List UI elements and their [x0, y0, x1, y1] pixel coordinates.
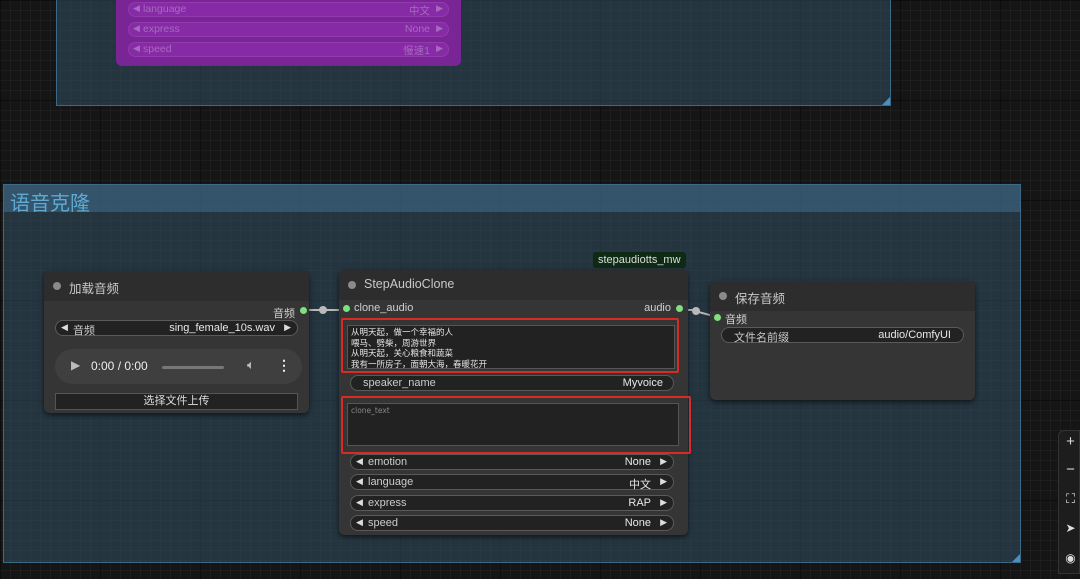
input-slot-dot[interactable] [343, 305, 350, 312]
purple-language-combo[interactable]: ◀ language 中文 ▶ [128, 2, 449, 17]
node-title-bar[interactable]: 加载音频 [44, 271, 309, 301]
left-arrow-icon[interactable]: ◀ [133, 43, 140, 54]
highlight-clone-text-box [341, 396, 691, 454]
right-arrow-icon[interactable]: ▶ [660, 456, 667, 467]
audio-player[interactable]: ▶ 0:00 / 0:00 🔈︎ ⋮ [55, 349, 302, 384]
group-resize-handle[interactable] [1012, 554, 1020, 562]
group-title-bar[interactable] [4, 185, 1020, 212]
upload-file-button[interactable]: 选择文件上传 [55, 393, 298, 410]
collapse-dot-icon[interactable] [719, 292, 727, 300]
express-combo[interactable]: ◀ express RAP ▶ [350, 495, 674, 511]
plus-icon[interactable]: + [1061, 433, 1080, 461]
audio-file-combo[interactable]: ◀ 音频 sing_female_10s.wav ▶ [55, 320, 298, 337]
player-time: 0:00 / 0:00 [91, 359, 148, 373]
right-arrow-icon[interactable]: ▶ [436, 23, 443, 34]
left-arrow-icon[interactable]: ◀ [133, 23, 140, 34]
collapse-dot-icon[interactable] [348, 281, 356, 289]
left-arrow-icon[interactable]: ◀ [61, 322, 68, 333]
save-audio-node[interactable]: 保存音频 音频 文件名前缀 audio/ComfyUI [710, 281, 975, 400]
collapse-dot-icon[interactable] [53, 282, 61, 290]
node-title-bar[interactable]: StepAudioClone [339, 270, 688, 300]
output-slot-dot[interactable] [676, 305, 683, 312]
input-slot-label: 音频 [725, 314, 747, 326]
highlight-text-box [341, 318, 679, 373]
node-title: 保存音频 [735, 292, 786, 306]
minus-icon[interactable]: − [1061, 461, 1080, 489]
purple-express-combo[interactable]: ◀ express None ▶ [128, 22, 449, 37]
node-badge: stepaudiotts_mw [593, 252, 686, 268]
speaker-name-field[interactable]: speaker_name Myvoice [350, 375, 674, 391]
link-reroute-dot[interactable] [319, 306, 327, 314]
node-title: StepAudioClone [364, 277, 455, 291]
right-arrow-icon[interactable]: ▶ [436, 43, 443, 54]
fit-view-icon[interactable]: ⛶ [1061, 491, 1080, 519]
more-options-icon[interactable]: ⋮ [277, 357, 291, 374]
right-arrow-icon[interactable]: ▶ [660, 517, 667, 528]
right-arrow-icon[interactable]: ▶ [436, 3, 443, 14]
emotion-combo[interactable]: ◀ emotion None ▶ [350, 454, 674, 470]
progress-track[interactable] [162, 366, 224, 369]
filename-prefix-field[interactable]: 文件名前缀 audio/ComfyUI [721, 327, 964, 344]
right-arrow-icon[interactable]: ▶ [284, 322, 291, 333]
link-reroute-dot[interactable] [692, 307, 700, 315]
group-title: 语音克隆 [10, 193, 90, 215]
speed-combo[interactable]: ◀ speed None ▶ [350, 515, 674, 531]
language-combo[interactable]: ◀ language 中文 ▶ [350, 474, 674, 491]
eye-icon[interactable]: ◉ [1061, 551, 1080, 579]
output-slot-label: 音频 [273, 308, 295, 320]
load-audio-node[interactable]: 加载音频 音频 ◀ 音频 sing_female_10s.wav ▶ ▶ 0:0… [44, 271, 309, 413]
left-arrow-icon[interactable]: ◀ [356, 476, 363, 487]
output-slot-label: audio [644, 302, 671, 314]
left-arrow-icon[interactable]: ◀ [356, 517, 363, 528]
node-title: 加载音频 [69, 282, 120, 296]
input-slot-dot[interactable] [714, 314, 721, 321]
group-resize-handle[interactable] [882, 97, 890, 105]
output-slot-dot[interactable] [300, 307, 307, 314]
purple-tts-node[interactable]: ◀ language 中文 ▶ ◀ express None ▶ ◀ speed… [116, 0, 461, 66]
navigate-icon[interactable]: ➤ [1061, 521, 1080, 549]
left-arrow-icon[interactable]: ◀ [356, 456, 363, 467]
input-slot-label: clone_audio [354, 302, 414, 314]
right-arrow-icon[interactable]: ▶ [660, 497, 667, 508]
volume-icon[interactable]: 🔈︎ [247, 357, 255, 373]
right-arrow-icon[interactable]: ▶ [660, 476, 667, 487]
play-icon[interactable]: ▶ [71, 358, 80, 372]
node-title-bar[interactable]: 保存音频 [710, 281, 975, 311]
left-arrow-icon[interactable]: ◀ [356, 497, 363, 508]
purple-speed-combo[interactable]: ◀ speed 慢速1 ▶ [128, 42, 449, 57]
left-arrow-icon[interactable]: ◀ [133, 3, 140, 14]
